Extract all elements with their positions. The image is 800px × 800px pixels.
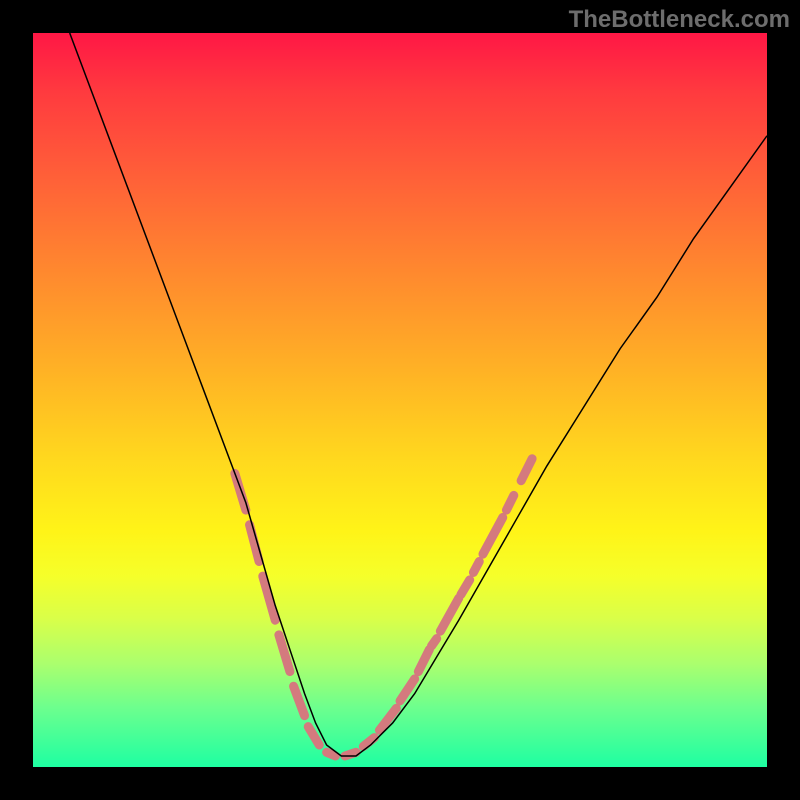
chart-overlay: [33, 33, 767, 767]
marker-segment: [279, 635, 290, 672]
marker-segment: [432, 639, 437, 646]
marker-segment: [327, 752, 336, 756]
watermark-text: TheBottleneck.com: [569, 6, 790, 34]
marker-segment: [473, 561, 479, 572]
chart-frame: TheBottleneck.com: [0, 0, 800, 800]
marker-segment: [506, 495, 513, 510]
marker-segment: [461, 580, 470, 595]
bottleneck-curve: [70, 33, 767, 756]
marker-segment: [440, 598, 458, 631]
marker-segment: [418, 650, 429, 672]
marker-segments: [235, 459, 532, 756]
marker-segment: [521, 459, 532, 481]
marker-segment: [308, 727, 319, 745]
